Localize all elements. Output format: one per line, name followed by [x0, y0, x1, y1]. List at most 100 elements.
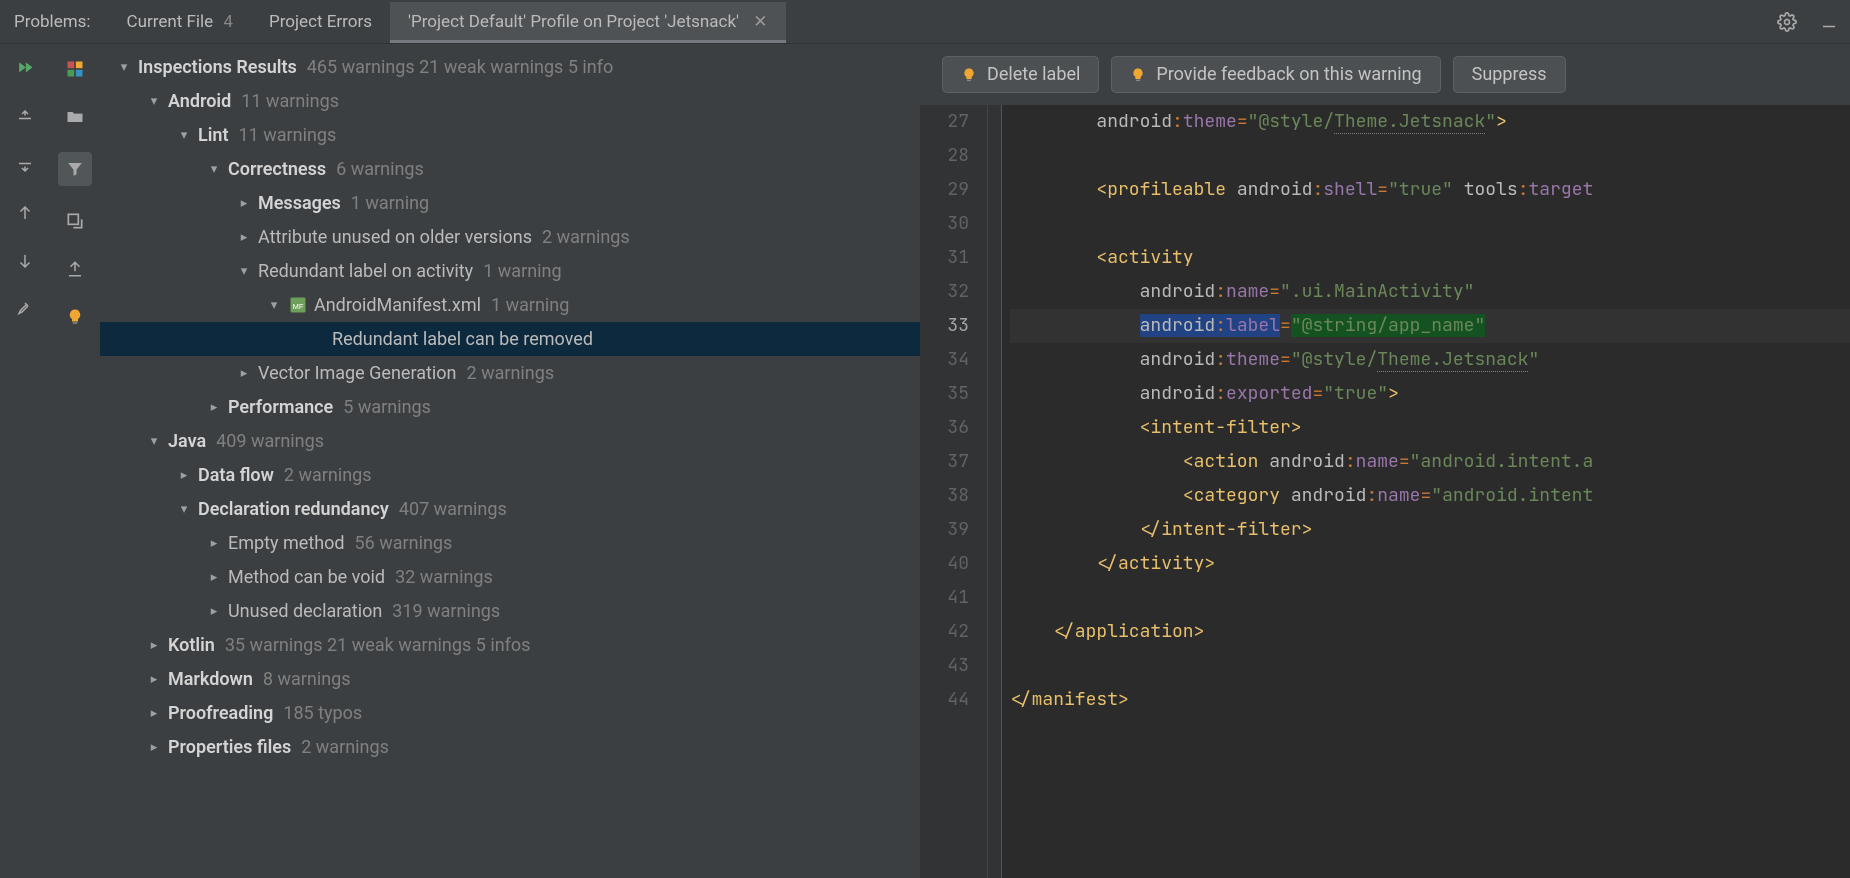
code-line[interactable]: </activity>: [1010, 547, 1850, 581]
line-number-gutter: 272829303132333435363738394041424344: [920, 105, 988, 878]
code-line[interactable]: android:theme="@style/Theme.Jetsnack">: [1010, 105, 1850, 139]
chevron-down-icon[interactable]: ▾: [114, 60, 134, 75]
chevron-right-icon[interactable]: ▸: [234, 366, 254, 381]
tree-row[interactable]: ▾Redundant label on activity1 warning: [100, 254, 920, 288]
inspection-tree[interactable]: ▾ Inspections Results 465 warnings 21 we…: [100, 44, 920, 878]
tree-row[interactable]: ▸Method can be void32 warnings: [100, 560, 920, 594]
tree-hint: 465 warnings 21 weak warnings 5 info: [307, 57, 613, 78]
code-line[interactable]: android:name=".ui.MainActivity": [1010, 275, 1850, 309]
button-label: Delete label: [987, 64, 1080, 85]
tree-label: Data flow: [198, 465, 274, 486]
code-line[interactable]: <category android:name="android.intent: [1010, 479, 1850, 513]
tree-row[interactable]: ▸Markdown8 warnings: [100, 662, 920, 696]
filter-icon[interactable]: [58, 152, 92, 186]
code-line[interactable]: </intent-filter>: [1010, 513, 1850, 547]
code-line[interactable]: [1010, 581, 1850, 615]
tree-label: Method can be void: [228, 567, 385, 588]
tab-project-errors[interactable]: Project Errors: [251, 2, 390, 42]
tree-row[interactable]: ▾Android11 warnings: [100, 84, 920, 118]
tree-row[interactable]: ▸Proofreading185 typos: [100, 696, 920, 730]
code-line[interactable]: </manifest>: [1010, 683, 1850, 717]
expand-all-icon[interactable]: [12, 104, 38, 130]
next-icon[interactable]: [12, 248, 38, 274]
tree-row[interactable]: ▸Messages1 warning: [100, 186, 920, 220]
chevron-down-icon[interactable]: ▾: [144, 434, 164, 449]
code-editor[interactable]: 272829303132333435363738394041424344 and…: [920, 105, 1850, 878]
provide-feedback-button[interactable]: Provide feedback on this warning: [1111, 56, 1440, 93]
chevron-down-icon[interactable]: ▾: [204, 162, 224, 177]
tree-hint: 407 warnings: [399, 499, 507, 520]
chevron-right-icon[interactable]: ▸: [204, 570, 224, 585]
chevron-right-icon[interactable]: ▸: [234, 230, 254, 245]
chevron-right-icon[interactable]: ▸: [144, 638, 164, 653]
collapse-all-icon[interactable]: [12, 152, 38, 178]
tree-root[interactable]: ▾ Inspections Results 465 warnings 21 we…: [100, 50, 920, 84]
group-by-severity-icon[interactable]: [62, 56, 88, 82]
chevron-right-icon[interactable]: ▸: [174, 468, 194, 483]
chevron-down-icon[interactable]: ▾: [174, 502, 194, 517]
rerun-icon[interactable]: [12, 56, 38, 82]
tree-label: Lint: [198, 125, 229, 146]
code-line[interactable]: android:label="@string/app_name": [1010, 309, 1850, 343]
tree-row[interactable]: ▸Vector Image Generation2 warnings: [100, 356, 920, 390]
code-line[interactable]: [1010, 207, 1850, 241]
code-content[interactable]: android:theme="@style/Theme.Jetsnack"> <…: [1002, 105, 1850, 878]
gear-icon[interactable]: [1776, 11, 1798, 33]
code-line[interactable]: </application>: [1010, 615, 1850, 649]
code-line[interactable]: android:exported="true">: [1010, 377, 1850, 411]
chevron-right-icon[interactable]: ▸: [144, 706, 164, 721]
chevron-right-icon[interactable]: ▸: [204, 536, 224, 551]
tree-row[interactable]: ▸Empty method56 warnings: [100, 526, 920, 560]
tree-row[interactable]: ▸ Data flow 2 warnings: [100, 458, 920, 492]
tree-row[interactable]: ▾MFAndroidManifest.xml1 warning: [100, 288, 920, 322]
chevron-right-icon[interactable]: ▸: [204, 400, 224, 415]
autoscroll-icon[interactable]: [62, 208, 88, 234]
tree-hint: 1 warning: [483, 261, 561, 282]
code-line[interactable]: <activity: [1010, 241, 1850, 275]
tree-row[interactable]: ▸Attribute unused on older versions2 war…: [100, 220, 920, 254]
chevron-right-icon[interactable]: ▸: [144, 672, 164, 687]
tree-row[interactable]: ▸Kotlin35 warnings 21 weak warnings 5 in…: [100, 628, 920, 662]
settings-icon[interactable]: [12, 296, 38, 322]
chevron-right-icon[interactable]: ▸: [234, 196, 254, 211]
code-line[interactable]: [1010, 649, 1850, 683]
tree-row[interactable]: ▸Performance5 warnings: [100, 390, 920, 424]
minimize-icon[interactable]: [1818, 11, 1840, 33]
export-icon[interactable]: [62, 256, 88, 282]
chevron-right-icon[interactable]: ▸: [204, 604, 224, 619]
code-line[interactable]: android:theme="@style/Theme.Jetsnack": [1010, 343, 1850, 377]
tree-row[interactable]: ▾Lint11 warnings: [100, 118, 920, 152]
chevron-down-icon[interactable]: ▾: [144, 94, 164, 109]
group-by-directory-icon[interactable]: [62, 104, 88, 130]
delete-label-button[interactable]: Delete label: [942, 56, 1099, 93]
suppress-button[interactable]: Suppress: [1453, 56, 1566, 93]
line-number: 41: [920, 581, 969, 615]
tree-hint: 8 warnings: [263, 669, 351, 690]
code-line[interactable]: <action android:name="android.intent.a: [1010, 445, 1850, 479]
code-line[interactable]: <profileable android:shell="true" tools:…: [1010, 173, 1850, 207]
line-number: 29: [920, 173, 969, 207]
tree-row[interactable]: ▸Unused declaration319 warnings: [100, 594, 920, 628]
tab-inspection-profile[interactable]: 'Project Default' Profile on Project 'Je…: [390, 2, 786, 42]
line-number: 33: [920, 309, 969, 343]
intention-bulb-icon[interactable]: [62, 304, 88, 330]
tree-label: Properties files: [168, 737, 291, 758]
tree-label: Declaration redundancy: [198, 499, 389, 520]
prev-icon[interactable]: [12, 200, 38, 226]
chevron-down-icon[interactable]: ▾: [174, 128, 194, 143]
tree-hint: 2 warnings: [284, 465, 372, 486]
tree-label: Inspections Results: [138, 57, 297, 78]
tree-row[interactable]: ▾Correctness6 warnings: [100, 152, 920, 186]
chevron-down-icon[interactable]: ▾: [264, 298, 284, 313]
tab-count: 4: [223, 12, 233, 32]
tree-row[interactable]: ▾Java409 warnings: [100, 424, 920, 458]
tab-current-file[interactable]: Current File 4: [109, 2, 251, 42]
code-line[interactable]: [1010, 139, 1850, 173]
tree-row[interactable]: ▾ Declaration redundancy 407 warnings: [100, 492, 920, 526]
code-line[interactable]: <intent-filter>: [1010, 411, 1850, 445]
chevron-down-icon[interactable]: ▾: [234, 264, 254, 279]
tree-row[interactable]: ▸Properties files2 warnings: [100, 730, 920, 764]
close-icon[interactable]: ✕: [753, 12, 767, 32]
tree-row[interactable]: Redundant label can be removed: [100, 322, 920, 356]
chevron-right-icon[interactable]: ▸: [144, 740, 164, 755]
